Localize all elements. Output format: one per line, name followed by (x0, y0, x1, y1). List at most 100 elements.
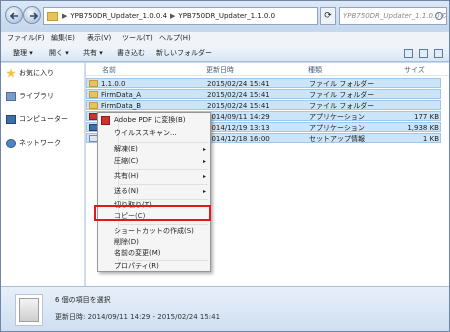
menu-item-convert-pdf[interactable]: Adobe PDF に変換(B) (101, 115, 208, 126)
selection-thumbnail (15, 294, 43, 326)
modified-range: 更新日時: 2014/09/11 14:29 - 2015/02/24 15:4… (55, 313, 221, 321)
share-button[interactable]: 共有 ▾ (83, 49, 103, 58)
organize-button[interactable]: 整理 ▾ (13, 49, 33, 58)
search-input[interactable]: YPB750DR_Updater_1.1.0.0の検索 (339, 7, 447, 25)
context-menu: Adobe PDF に変換(B) ウイルススキャン... 解凍(E) ▸ 圧縮(C… (97, 112, 211, 272)
submenu-arrow-icon: ▸ (202, 173, 206, 180)
column-size[interactable]: サイズ (404, 66, 425, 75)
file-date: 2015/02/24 15:41 (207, 80, 270, 88)
breadcrumb-separator: ▶ (62, 12, 68, 20)
address-field[interactable]: ▶ YPB750DR_Updater_1.0.0.4 ▶ YPB750DR_Updat… (43, 7, 318, 25)
breadcrumb-separator: ▶ (170, 12, 176, 20)
folder-icon (47, 12, 58, 21)
file-date: 2014/12/19 13:13 (207, 124, 270, 132)
help-icon[interactable] (434, 49, 443, 58)
folder-icon (89, 91, 98, 98)
menu-item-label: ウイルススキャン... (114, 129, 177, 137)
file-name: FirmData_A (101, 91, 142, 99)
address-bar-area: ▶ YPB750DR_Updater_1.0.0.4 ▶ YPB750DR_Updat… (1, 1, 449, 31)
menu-tools[interactable]: ツール(T) (122, 34, 153, 43)
navigation-pane: お気に入り ライブラリ コンピューター ネットワーク (1, 63, 85, 286)
file-date: 2015/02/24 15:41 (207, 102, 270, 110)
multiple-files-icon (19, 298, 39, 322)
nav-computer[interactable]: コンピューター (6, 114, 68, 124)
menu-item-label: 解凍(E) (114, 145, 138, 153)
selection-count: 6 個の項目を選択 (55, 296, 111, 304)
column-name[interactable]: 名前 (102, 66, 116, 75)
menu-item-label: 名前の変更(M) (114, 249, 161, 257)
menu-item-virus-scan[interactable]: ウイルススキャン... (114, 128, 208, 139)
burn-button[interactable]: 書き込む (117, 49, 145, 58)
nav-libraries[interactable]: ライブラリ (6, 91, 54, 101)
menu-bar: ファイル(F) 編集(E) 表示(V) ツール(T) ヘルプ(H) (1, 32, 449, 45)
open-button[interactable]: 開く ▾ (49, 49, 69, 58)
menu-edit[interactable]: 編集(E) (51, 34, 75, 43)
menu-view[interactable]: 表示(V) (87, 34, 111, 43)
menu-item-extract[interactable]: 解凍(E) ▸ (114, 144, 208, 155)
menu-item-delete[interactable]: 削除(D) (114, 237, 208, 248)
folder-icon (89, 80, 98, 87)
nav-label: ネットワーク (19, 139, 61, 147)
menu-item-create-shortcut[interactable]: ショートカットの作成(S) (114, 226, 208, 237)
preview-pane-icon[interactable] (419, 49, 428, 58)
file-name: 1.1.0.0 (101, 80, 126, 88)
menu-separator (120, 224, 208, 225)
menu-item-label: ショートカットの作成(S) (114, 227, 194, 235)
details-pane: 6 個の項目を選択 更新日時: 2014/09/11 14:29 - 2015/… (1, 286, 449, 331)
file-type: ファイル フォルダー (309, 102, 375, 110)
search-placeholder: YPB750DR_Updater_1.1.0.0の検索 (343, 12, 447, 20)
explorer-window: ▶ YPB750DR_Updater_1.0.0.4 ▶ YPB750DR_Updat… (0, 0, 450, 332)
view-options-icon[interactable] (404, 49, 413, 58)
column-type[interactable]: 種類 (308, 66, 322, 75)
nav-label: お気に入り (19, 69, 54, 77)
submenu-arrow-icon: ▸ (202, 188, 206, 195)
search-icon (435, 12, 443, 20)
file-type: ファイル フォルダー (309, 91, 375, 99)
back-button[interactable] (5, 6, 23, 24)
menu-item-label: Adobe PDF に変換(B) (114, 116, 186, 124)
submenu-arrow-icon: ▸ (202, 146, 206, 153)
menu-item-label: 削除(D) (114, 238, 139, 246)
column-date[interactable]: 更新日時 (206, 66, 234, 75)
new-folder-button[interactable]: 新しいフォルダー (156, 49, 212, 58)
menu-item-share[interactable]: 共有(H) ▸ (114, 171, 208, 182)
menu-item-properties[interactable]: プロパティ(R) (114, 261, 208, 272)
column-headers: 名前 更新日時 種類 サイズ (86, 63, 449, 76)
file-date: 2014/12/18 16:00 (207, 135, 270, 143)
command-bar: 整理 ▾ 開く ▾ 共有 ▾ 書き込む 新しいフォルダー (1, 45, 449, 62)
menu-separator (120, 142, 208, 143)
file-date: 2014/09/11 14:29 (207, 113, 270, 121)
file-type: アプリケーション (309, 113, 365, 121)
nav-favorites[interactable]: お気に入り (6, 68, 54, 78)
nav-label: コンピューター (19, 115, 68, 123)
breadcrumb-item[interactable]: YPB750DR_Updater_1.1.0.0 (178, 12, 275, 20)
file-type: ファイル フォルダー (309, 80, 375, 88)
menu-file[interactable]: ファイル(F) (7, 34, 45, 43)
breadcrumb-item[interactable]: YPB750DR_Updater_1.0.0.4 (70, 12, 167, 20)
file-row[interactable]: FirmData_B 2015/02/24 15:41 ファイル フォルダー (86, 100, 441, 110)
folder-icon (89, 102, 98, 109)
file-size: 1 KB (422, 135, 439, 143)
forward-button[interactable] (23, 6, 41, 24)
library-icon (6, 91, 16, 101)
refresh-button[interactable]: ⟳ (320, 7, 336, 25)
network-icon (6, 138, 16, 148)
menu-item-compress[interactable]: 圧縮(C) ▸ (114, 156, 208, 167)
refresh-icon: ⟳ (324, 11, 332, 21)
nav-label: ライブラリ (19, 92, 54, 100)
file-size: 1,938 KB (407, 124, 439, 132)
menu-item-rename[interactable]: 名前の変更(M) (114, 248, 208, 259)
file-size: 177 KB (414, 113, 439, 121)
menu-item-label: プロパティ(R) (114, 262, 159, 270)
star-icon (6, 68, 16, 78)
menu-item-send-to[interactable]: 送る(N) ▸ (114, 186, 208, 197)
file-row[interactable]: 1.1.0.0 2015/02/24 15:41 ファイル フォルダー (86, 78, 441, 88)
menu-item-label: 圧縮(C) (114, 157, 139, 165)
menu-help[interactable]: ヘルプ(H) (159, 34, 191, 43)
menu-item-label: 送る(N) (114, 187, 139, 195)
file-row[interactable]: FirmData_A 2015/02/24 15:41 ファイル フォルダー (86, 89, 441, 99)
menu-separator (120, 169, 208, 170)
nav-network[interactable]: ネットワーク (6, 138, 61, 148)
pdf-icon (101, 116, 110, 125)
menu-item-label: 共有(H) (114, 172, 139, 180)
